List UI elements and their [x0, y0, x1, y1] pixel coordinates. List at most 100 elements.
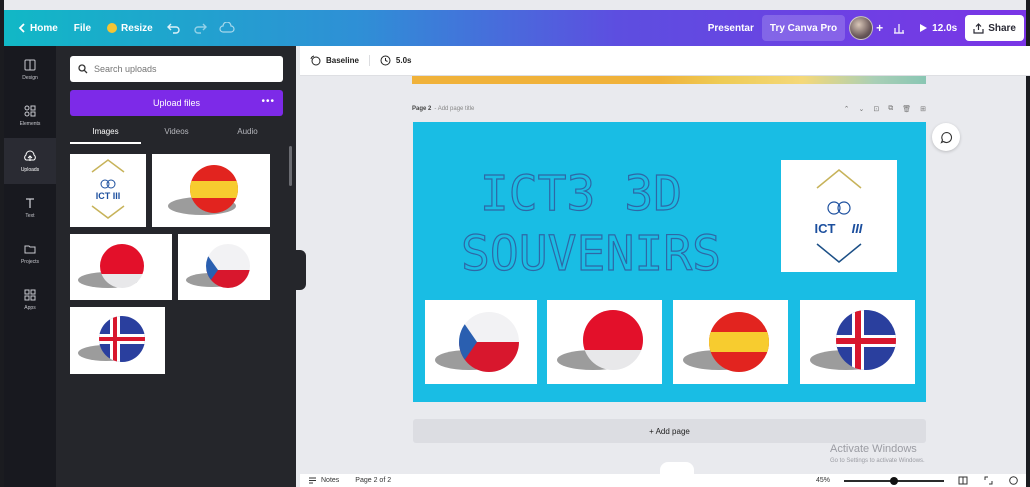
add-page-button[interactable]: + Add page	[413, 419, 926, 443]
red-ball-image	[78, 244, 144, 288]
duplicate-icon[interactable]: ⧉	[888, 105, 893, 113]
upload-thumb-red-ball[interactable]	[70, 234, 172, 300]
zoom-percent[interactable]: 45%	[808, 477, 838, 484]
animate-label: Baseline	[326, 56, 359, 65]
share-button[interactable]: Share	[965, 15, 1024, 41]
upload-thumb-iceland-ball[interactable]	[70, 307, 165, 374]
zoom-slider-handle[interactable]	[890, 476, 898, 485]
search-box[interactable]	[70, 56, 283, 82]
search-icon	[78, 64, 88, 74]
undo-icon	[166, 23, 180, 34]
redo-button[interactable]	[187, 15, 213, 41]
upload-thumb-logo[interactable]: ICT III	[70, 154, 146, 227]
media-tabs: Images Videos Audio	[70, 122, 283, 144]
windows-activation-watermark: Activate Windows Go to Settings to activ…	[830, 443, 925, 464]
timing-button[interactable]: 5.0s	[370, 55, 422, 66]
rail-label-elements: Elements	[19, 120, 41, 127]
rail-label-text: Text	[25, 212, 35, 219]
try-pro-label: Try Canva Pro	[769, 22, 838, 34]
logo-ict-text: ICT	[815, 221, 836, 236]
plus-icon: +	[876, 21, 884, 35]
resize-button[interactable]: Resize	[99, 15, 161, 41]
ict-logo-image: ICT III	[815, 169, 863, 263]
chevron-left-icon	[18, 23, 25, 33]
heading-block[interactable]: ICT3 3D SOUVENIRS	[453, 160, 753, 280]
grid-view-button[interactable]	[950, 476, 976, 485]
spain-flag-ball-image	[168, 165, 238, 215]
heading-line-1[interactable]: ICT3 3D	[479, 165, 682, 222]
play-button[interactable]: 12.0s	[911, 15, 965, 41]
upload-files-button[interactable]: Upload files •••	[70, 90, 283, 116]
folder-icon	[24, 245, 36, 253]
fullscreen-button[interactable]	[976, 476, 1001, 485]
animation-icon	[310, 55, 321, 66]
layout-icon	[24, 59, 36, 70]
rail-label-uploads: Uploads	[20, 166, 40, 173]
delete-icon[interactable]: 🗑	[902, 105, 911, 113]
bottom-bar: Notes Page 2 of 2 45%	[300, 474, 1026, 487]
user-menu[interactable]: +	[849, 16, 883, 40]
page-indicator-label: Page 2 of 2	[355, 477, 392, 484]
save-status-button[interactable]	[213, 15, 241, 41]
rail-item-text[interactable]: Text	[4, 184, 56, 230]
rail-item-apps[interactable]: Apps	[4, 276, 56, 322]
spain-flag-ball-image	[683, 312, 769, 372]
search-input[interactable]	[94, 64, 274, 74]
rail-item-elements[interactable]: Elements	[4, 92, 56, 138]
timing-label: 5.0s	[395, 56, 412, 65]
page-tools: ⌃ ⌄ ⊡ ⧉ 🗑 ⊞	[844, 105, 926, 113]
analytics-button[interactable]	[887, 15, 911, 41]
previous-page-preview[interactable]	[412, 76, 926, 84]
move-down-icon[interactable]: ⌄	[858, 105, 864, 113]
tab-images[interactable]: Images	[70, 122, 141, 144]
notes-button[interactable]: Notes	[300, 476, 347, 485]
heading-line-2[interactable]: SOUVENIRS	[460, 225, 721, 280]
upload-thumb-czech-ball[interactable]	[178, 234, 270, 300]
page-title-input[interactable]: - Add page title	[434, 106, 474, 112]
rail-label-design: Design	[22, 74, 38, 81]
rail-label-apps: Apps	[24, 304, 36, 311]
page-indicator[interactable]: Page 2 of 2	[347, 477, 399, 484]
cloud-upload-icon	[24, 150, 36, 161]
rail-item-design[interactable]: Design	[4, 46, 56, 92]
shapes-icon	[24, 105, 36, 116]
move-up-icon[interactable]: ⌃	[844, 105, 850, 113]
home-button[interactable]: Home	[10, 15, 66, 41]
iceland-flag-ball-image	[810, 310, 896, 370]
try-pro-button[interactable]: Try Canva Pro	[761, 15, 846, 41]
red-ball-image	[557, 310, 643, 370]
collapse-panel-handle[interactable]	[296, 250, 306, 290]
rail-label-projects: Projects	[20, 258, 40, 265]
undo-button[interactable]	[161, 15, 187, 41]
side-rail: Design Elements Uploads Text Projects Ap…	[4, 46, 56, 487]
lock-icon[interactable]: ⊡	[873, 105, 879, 113]
upload-thumb-spain-ball[interactable]	[152, 154, 270, 227]
canvas-scroll-handle[interactable]	[660, 462, 694, 474]
photo-spain-ball[interactable]	[673, 300, 788, 384]
rail-item-projects[interactable]: Projects	[4, 230, 56, 276]
zoom-slider[interactable]	[844, 476, 944, 485]
ict-logo-card[interactable]: ICT III	[781, 160, 897, 272]
present-title[interactable]: Presentar	[700, 15, 762, 41]
tab-audio[interactable]: Audio	[212, 122, 283, 144]
czech-flag-ball-image	[435, 312, 519, 372]
animate-button[interactable]: Baseline	[300, 55, 370, 66]
more-options-icon[interactable]: •••	[261, 96, 275, 107]
rail-item-uploads[interactable]: Uploads	[4, 138, 56, 184]
design-page[interactable]: ICT3 3D SOUVENIRS ICT III	[413, 122, 926, 402]
comment-button[interactable]	[932, 123, 960, 151]
panel-scrollbar[interactable]	[289, 146, 292, 186]
play-duration: 12.0s	[932, 22, 958, 34]
file-menu[interactable]: File	[66, 15, 99, 41]
bar-chart-icon	[894, 24, 905, 34]
upload-icon	[973, 22, 984, 34]
share-label: Share	[988, 22, 1016, 34]
photo-czech-ball[interactable]	[425, 300, 537, 384]
photo-red-ball[interactable]	[547, 300, 662, 384]
clock-icon	[380, 55, 391, 66]
help-button[interactable]	[1001, 476, 1026, 485]
tab-videos[interactable]: Videos	[141, 122, 212, 144]
avatar	[849, 16, 874, 40]
photo-iceland-ball[interactable]	[800, 300, 915, 384]
add-page-icon[interactable]: ⊞	[920, 105, 926, 113]
